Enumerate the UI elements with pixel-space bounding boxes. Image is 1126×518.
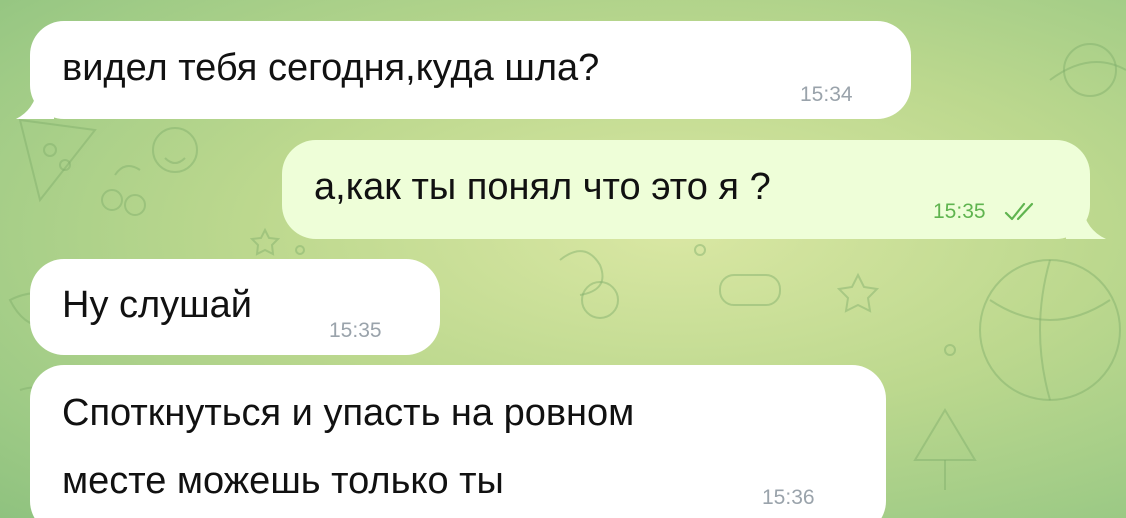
chat-background: видел тебя сегодня,куда шла? 15:34 а,как…: [0, 0, 1126, 518]
message-time: 15:36: [762, 486, 815, 509]
message-text: видел тебя сегодня,куда шла?: [62, 47, 600, 89]
message-time: 15:35: [329, 319, 382, 342]
message-incoming[interactable]: Споткнуться и упасть на ровном месте мож…: [30, 365, 886, 518]
double-check-icon: [1004, 202, 1034, 221]
message-outgoing[interactable]: а,как ты понял что это я ? 15:35: [282, 140, 1090, 239]
message-incoming[interactable]: видел тебя сегодня,куда шла? 15:34: [30, 21, 911, 119]
message-text: а,как ты понял что это я ?: [314, 166, 771, 208]
message-text: Ну слушай: [62, 284, 253, 326]
message-text: Споткнуться и упасть на ровном: [62, 392, 635, 434]
message-text: месте можешь только ты: [62, 460, 504, 502]
message-time: 15:34: [800, 83, 853, 106]
bubble-tail: [16, 88, 54, 119]
message-incoming[interactable]: Ну слушай 15:35: [30, 259, 440, 355]
message-time: 15:35: [933, 200, 986, 223]
bubble-tail: [1066, 206, 1106, 239]
